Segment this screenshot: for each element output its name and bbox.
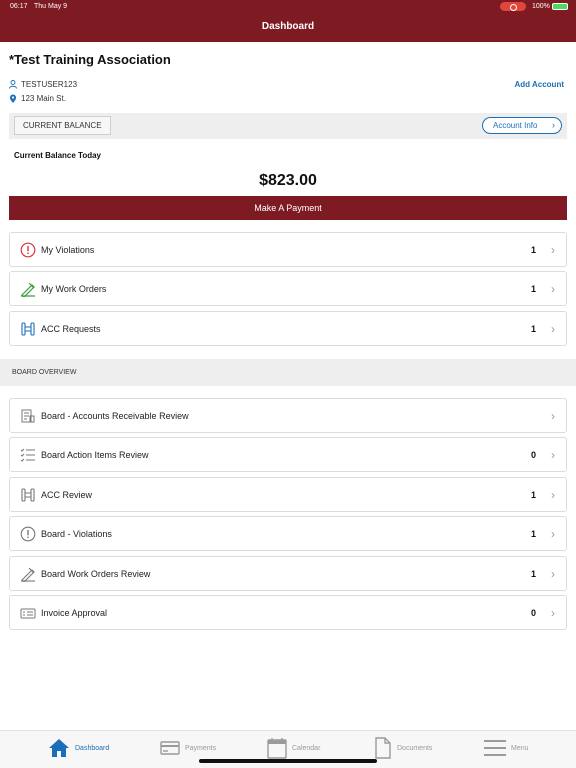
receivable-icon — [21, 409, 35, 423]
balance-bar: CURRENT BALANCE Account Info › — [9, 113, 567, 139]
row-count: 0 — [530, 608, 536, 618]
document-icon — [375, 737, 391, 759]
add-account-link[interactable]: Add Account — [515, 80, 564, 89]
row-count: 1 — [530, 569, 536, 579]
current-balance-label: CURRENT BALANCE — [14, 116, 111, 135]
work-orders-icon — [21, 282, 35, 297]
acc-icon — [21, 488, 35, 502]
violations-icon — [20, 526, 36, 542]
row-label: Board - Violations — [41, 529, 112, 539]
board-action-items-row[interactable]: Board Action Items Review 0 › — [9, 437, 567, 472]
location-pin-icon — [10, 94, 16, 103]
user-icon — [9, 80, 17, 89]
acc-requests-row[interactable]: ACC Requests 1 › — [9, 311, 567, 346]
status-date: Thu May 9 — [34, 3, 68, 10]
my-work-orders-row[interactable]: My Work Orders 1 › — [9, 271, 567, 306]
address-row: 123 Main St. — [9, 94, 66, 103]
row-count: 0 — [530, 450, 536, 460]
violations-icon — [20, 242, 36, 258]
app-header: 06:17 Thu May 9 100% Dashboard — [0, 0, 576, 42]
chevron-right-icon: › — [551, 282, 555, 296]
board-receivable-row[interactable]: Board - Accounts Receivable Review › — [9, 398, 567, 433]
row-label: ACC Review — [41, 490, 93, 500]
row-label: Board - Accounts Receivable Review — [41, 411, 189, 421]
board-overview-header: BOARD OVERVIEW — [0, 359, 576, 386]
checklist-icon — [20, 448, 35, 462]
calendar-icon — [267, 738, 287, 759]
board-work-orders-row[interactable]: Board Work Orders Review 1 › — [9, 556, 567, 591]
association-name: *Test Training Association — [9, 52, 171, 67]
board-acc-review-row[interactable]: ACC Review 1 › — [9, 477, 567, 512]
tab-label: Dashboard — [75, 744, 110, 752]
menu-icon — [484, 740, 506, 756]
tab-payments[interactable]: Payments — [160, 736, 216, 760]
status-bar: 06:17 Thu May 9 100% — [0, 0, 576, 14]
account-info-button[interactable]: Account Info › — [482, 117, 562, 134]
tab-label: Calendar — [292, 744, 321, 752]
home-icon — [49, 739, 69, 757]
screen-record-icon — [500, 2, 526, 11]
battery-icon — [552, 3, 568, 10]
row-count: 1 — [530, 490, 536, 500]
tab-menu[interactable]: Menu — [484, 736, 529, 760]
tab-label: Payments — [185, 744, 217, 752]
tab-documents[interactable]: Documents — [374, 736, 432, 760]
account-info-label: Account Info — [493, 121, 538, 130]
chevron-right-icon: › — [551, 409, 555, 423]
invoice-icon — [20, 608, 36, 619]
chevron-right-icon: › — [551, 243, 555, 257]
row-label: My Violations — [41, 245, 95, 255]
chevron-right-icon: › — [551, 488, 555, 502]
card-icon — [160, 741, 180, 755]
chevron-right-icon: › — [551, 606, 555, 620]
my-violations-row[interactable]: My Violations 1 › — [9, 232, 567, 267]
work-orders-icon — [21, 567, 35, 582]
tab-label: Menu — [511, 744, 529, 752]
row-label: ACC Requests — [41, 324, 101, 334]
invoice-approval-row[interactable]: Invoice Approval 0 › — [9, 595, 567, 630]
row-count: 1 — [530, 245, 536, 255]
chevron-right-icon: › — [551, 567, 555, 581]
acc-icon — [21, 322, 35, 336]
battery-percent: 100% — [532, 3, 550, 10]
board-violations-row[interactable]: Board - Violations 1 › — [9, 516, 567, 551]
row-label: Invoice Approval — [41, 608, 108, 618]
row-count: 1 — [530, 324, 536, 334]
chevron-right-icon: › — [551, 527, 555, 541]
user-row: TESTUSER123 — [9, 80, 77, 89]
address: 123 Main St. — [21, 94, 66, 103]
tab-dashboard[interactable]: Dashboard — [48, 736, 109, 760]
row-label: My Work Orders — [41, 284, 107, 294]
page-title: Dashboard — [261, 21, 315, 32]
balance-today-label: Current Balance Today — [14, 151, 101, 160]
chevron-right-icon: › — [551, 322, 555, 336]
row-count: 1 — [530, 529, 536, 539]
make-payment-button[interactable]: Make A Payment — [9, 196, 567, 220]
balance-amount: $823.00 — [259, 172, 317, 189]
chevron-right-icon: › — [551, 448, 555, 462]
tab-label: Documents — [397, 744, 433, 752]
tab-calendar[interactable]: Calendar — [267, 736, 320, 760]
status-time: 06:17 — [10, 3, 28, 10]
chevron-right-icon: › — [552, 120, 555, 130]
row-label: Board Work Orders Review — [41, 569, 151, 579]
row-label: Board Action Items Review — [41, 450, 149, 460]
home-indicator — [199, 759, 377, 763]
row-count: 1 — [530, 284, 536, 294]
username: TESTUSER123 — [21, 80, 78, 89]
